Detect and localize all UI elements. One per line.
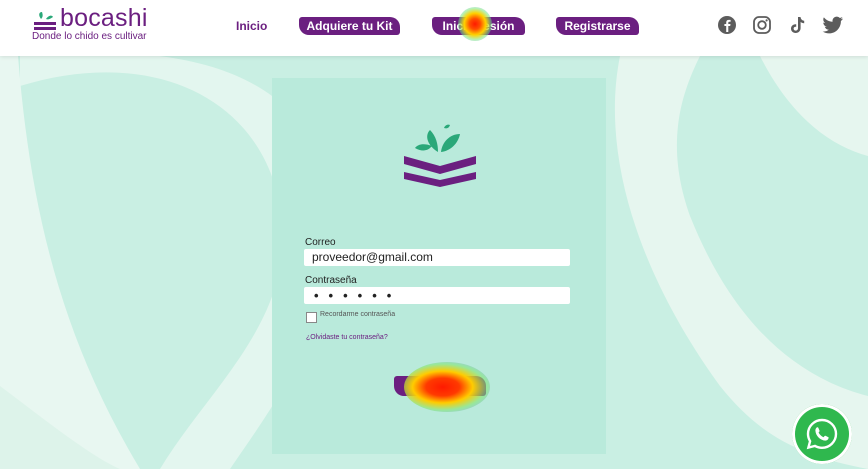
nav-inicio[interactable]: Inicio [236, 17, 270, 35]
bocashi-emblem-icon [404, 124, 476, 187]
whatsapp-icon [806, 418, 838, 450]
nav-registrarse[interactable]: Registrarse [556, 17, 639, 35]
nav-inicia-sesion[interactable]: Inicia sesión [432, 17, 525, 35]
email-field[interactable]: proveedor@gmail.com [304, 249, 570, 266]
email-label: Correo [305, 237, 336, 248]
remember-label: Recordarme contraseña [320, 311, 396, 318]
brand-tagline: Donde lo chido es cultivar [32, 31, 147, 42]
password-label: Contraseña [305, 275, 357, 286]
brand-logo[interactable]: bocashi Donde lo chido es cultivar [32, 4, 172, 50]
site-header: bocashi Donde lo chido es cultivar Inici… [0, 0, 868, 56]
forgot-password-link[interactable]: ¿Olvidaste tu contraseña? [306, 334, 388, 341]
brand-name: bocashi [60, 4, 148, 32]
instagram-icon[interactable] [751, 14, 773, 36]
page: bocashi Donde lo chido es cultivar Inici… [0, 0, 868, 469]
facebook-icon[interactable] [716, 14, 738, 36]
login-submit-button[interactable] [394, 376, 486, 396]
nav-adquiere-kit[interactable]: Adquiere tu Kit [299, 17, 400, 35]
whatsapp-button[interactable] [792, 404, 852, 464]
twitter-icon[interactable] [821, 14, 845, 36]
logo-sprout-icon [34, 12, 56, 30]
login-card: Correo proveedor@gmail.com Contraseña ••… [272, 78, 606, 454]
password-field[interactable]: •••••• [304, 287, 570, 304]
remember-checkbox[interactable] [306, 312, 317, 323]
tiktok-icon[interactable] [786, 14, 808, 36]
